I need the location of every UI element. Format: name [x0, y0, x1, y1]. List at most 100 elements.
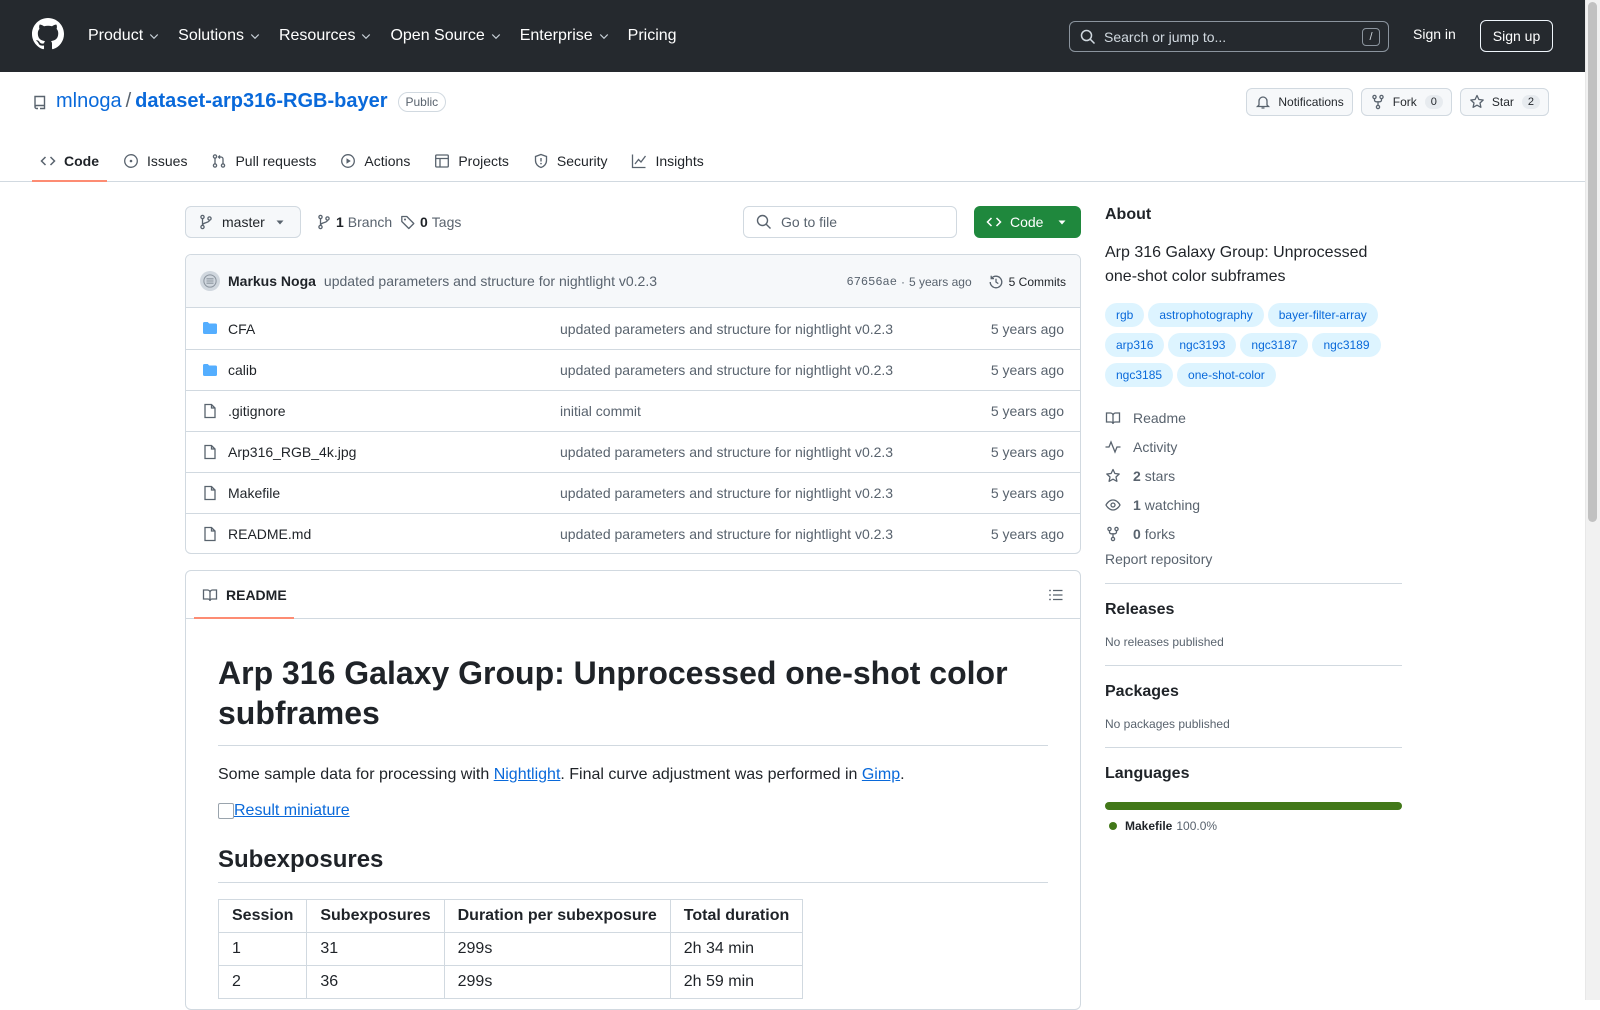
search-placeholder: Search or jump to...: [1104, 28, 1227, 45]
commits-history-link[interactable]: 5 Commits: [988, 274, 1066, 290]
notifications-button[interactable]: Notifications: [1246, 88, 1353, 116]
releases-heading[interactable]: Releases: [1105, 601, 1402, 619]
branches-link[interactable]: 1 Branch: [316, 214, 392, 230]
topic-tag[interactable]: arp316: [1105, 333, 1165, 357]
fork-label: Fork: [1392, 95, 1417, 109]
topic-tag[interactable]: astrophotography: [1148, 303, 1264, 327]
topic-tag[interactable]: ngc3189: [1312, 333, 1381, 357]
file-row-icon: [202, 526, 218, 542]
broken-image-icon: [218, 803, 234, 819]
code-download-button[interactable]: Code: [974, 206, 1081, 238]
file-name-link[interactable]: .gitignore: [228, 403, 286, 419]
tab-security[interactable]: Security: [525, 139, 616, 182]
nav-open-source-label: Open Source: [390, 27, 485, 44]
file-row[interactable]: CFA updated parameters and structure for …: [186, 308, 1080, 349]
topic-tag[interactable]: one-shot-color: [1177, 363, 1276, 387]
branch-name: master: [222, 214, 265, 230]
tab-actions[interactable]: Actions: [332, 139, 418, 182]
topic-tag[interactable]: bayer-filter-array: [1267, 303, 1378, 327]
tab-pull-requests[interactable]: Pull requests: [203, 139, 324, 182]
topic-tag[interactable]: ngc3187: [1240, 333, 1309, 357]
nav-enterprise[interactable]: Enterprise: [520, 27, 610, 45]
file-commit-message[interactable]: updated parameters and structure for nig…: [560, 485, 893, 501]
sign-in-link[interactable]: Sign in: [1413, 26, 1456, 42]
readme-intro-text-1: Some sample data for processing with: [218, 766, 494, 783]
commit-message[interactable]: updated parameters and structure for nig…: [324, 273, 657, 289]
topic-tag[interactable]: ngc3193: [1168, 333, 1237, 357]
result-miniature-alt[interactable]: Result miniature: [234, 802, 350, 820]
file-commit-message[interactable]: updated parameters and structure for nig…: [560, 321, 893, 337]
tab-issues[interactable]: Issues: [115, 139, 195, 182]
visibility-badge: Public: [397, 91, 447, 112]
file-name-link[interactable]: CFA: [228, 321, 255, 337]
language-item[interactable]: Makefile 100.0%: [1109, 819, 1402, 833]
file-name-link[interactable]: calib: [228, 362, 257, 378]
book-icon: [202, 589, 218, 602]
nav-product-label: Product: [88, 27, 144, 44]
tags-link[interactable]: 0 Tags: [400, 214, 461, 230]
stars-link[interactable]: 2 stars: [1105, 461, 1402, 490]
result-miniature-link[interactable]: Result miniature: [218, 802, 1048, 820]
file-commit-message[interactable]: initial commit: [560, 403, 641, 419]
history-icon: [989, 275, 1003, 288]
table-cell: 31: [306, 932, 445, 966]
tab-code[interactable]: Code: [32, 139, 107, 182]
tab-insights[interactable]: Insights: [623, 139, 711, 182]
file-icon: [204, 444, 216, 460]
repo-sidebar: About Arp 316 Galaxy Group: Unprocessed …: [1105, 206, 1402, 833]
stars-count: 2: [1133, 467, 1141, 484]
topic-tag[interactable]: rgb: [1105, 303, 1145, 327]
nav-resources[interactable]: Resources: [279, 27, 372, 45]
gimp-link[interactable]: Gimp: [862, 766, 900, 783]
commit-sha[interactable]: 67656ae: [847, 275, 897, 289]
page-scrollbar[interactable]: [1585, 0, 1600, 1000]
file-row[interactable]: .gitignore initial commit 5 years ago: [186, 390, 1080, 431]
file-commit-message[interactable]: updated parameters and structure for nig…: [560, 362, 893, 378]
go-to-file-input[interactable]: Go to file: [743, 206, 957, 238]
packages-heading[interactable]: Packages: [1105, 683, 1402, 701]
file-row[interactable]: Arp316_RGB_4k.jpg updated parameters and …: [186, 431, 1080, 472]
shield-icon: [534, 153, 548, 168]
readme-tab[interactable]: README: [202, 571, 287, 619]
fork-button[interactable]: Fork 0: [1360, 88, 1452, 116]
report-repository-link[interactable]: Report repository: [1105, 551, 1402, 567]
file-commit-message[interactable]: updated parameters and structure for nig…: [560, 526, 893, 542]
readme-content: Arp 316 Galaxy Group: Unprocessed one-sh…: [186, 653, 1080, 999]
nav-solutions[interactable]: Solutions: [178, 27, 261, 45]
nav-product[interactable]: Product: [88, 27, 160, 45]
readme-link[interactable]: Readme: [1105, 403, 1402, 432]
tab-code-label: Code: [64, 152, 99, 169]
nav-enterprise-label: Enterprise: [519, 27, 593, 44]
github-logo-icon[interactable]: [32, 18, 64, 50]
activity-link[interactable]: Activity: [1105, 432, 1402, 461]
star-button[interactable]: Star 2: [1459, 88, 1549, 116]
nightlight-link[interactable]: Nightlight: [494, 766, 561, 783]
topic-tag[interactable]: ngc3185: [1105, 363, 1174, 387]
forks-link[interactable]: 0 forks: [1105, 519, 1402, 548]
table-cell: 2: [217, 965, 308, 999]
repo-actions: Notifications Fork 0 Star 2: [1238, 88, 1549, 116]
list-unordered-icon[interactable]: [1048, 587, 1064, 603]
global-search-input[interactable]: Search or jump to... /: [1069, 21, 1389, 52]
nav-open-source[interactable]: Open Source: [390, 27, 501, 45]
file-name-link[interactable]: Arp316_RGB_4k.jpg: [228, 444, 356, 460]
file-name-link[interactable]: README.md: [228, 526, 311, 542]
sign-up-button[interactable]: Sign up: [1480, 20, 1553, 52]
branch-selector[interactable]: master: [185, 206, 301, 238]
file-row[interactable]: Makefile updated parameters and structure…: [186, 472, 1080, 513]
avatar[interactable]: [200, 271, 220, 291]
readme-panel: README Arp 316 Galaxy Group: Unprocessed…: [185, 570, 1081, 1010]
repo-name-link[interactable]: dataset-arp316-RGB-bayer: [135, 90, 387, 113]
tab-projects[interactable]: Projects: [426, 139, 517, 182]
file-row[interactable]: calib updated parameters and structure fo…: [186, 349, 1080, 390]
about-heading: About: [1105, 206, 1152, 223]
commit-author[interactable]: Markus Noga: [228, 273, 316, 289]
file-commit-message[interactable]: updated parameters and structure for nig…: [560, 444, 893, 460]
file-name-link[interactable]: Makefile: [228, 485, 280, 501]
nav-pricing[interactable]: Pricing: [628, 27, 677, 45]
code-button-label: Code: [1010, 214, 1044, 230]
repo-owner-link[interactable]: mlnoga: [56, 90, 122, 113]
file-row[interactable]: README.md updated parameters and structur…: [186, 513, 1080, 553]
watching-link[interactable]: 1 watching: [1105, 490, 1402, 519]
scrollbar-thumb[interactable]: [1588, 2, 1597, 522]
